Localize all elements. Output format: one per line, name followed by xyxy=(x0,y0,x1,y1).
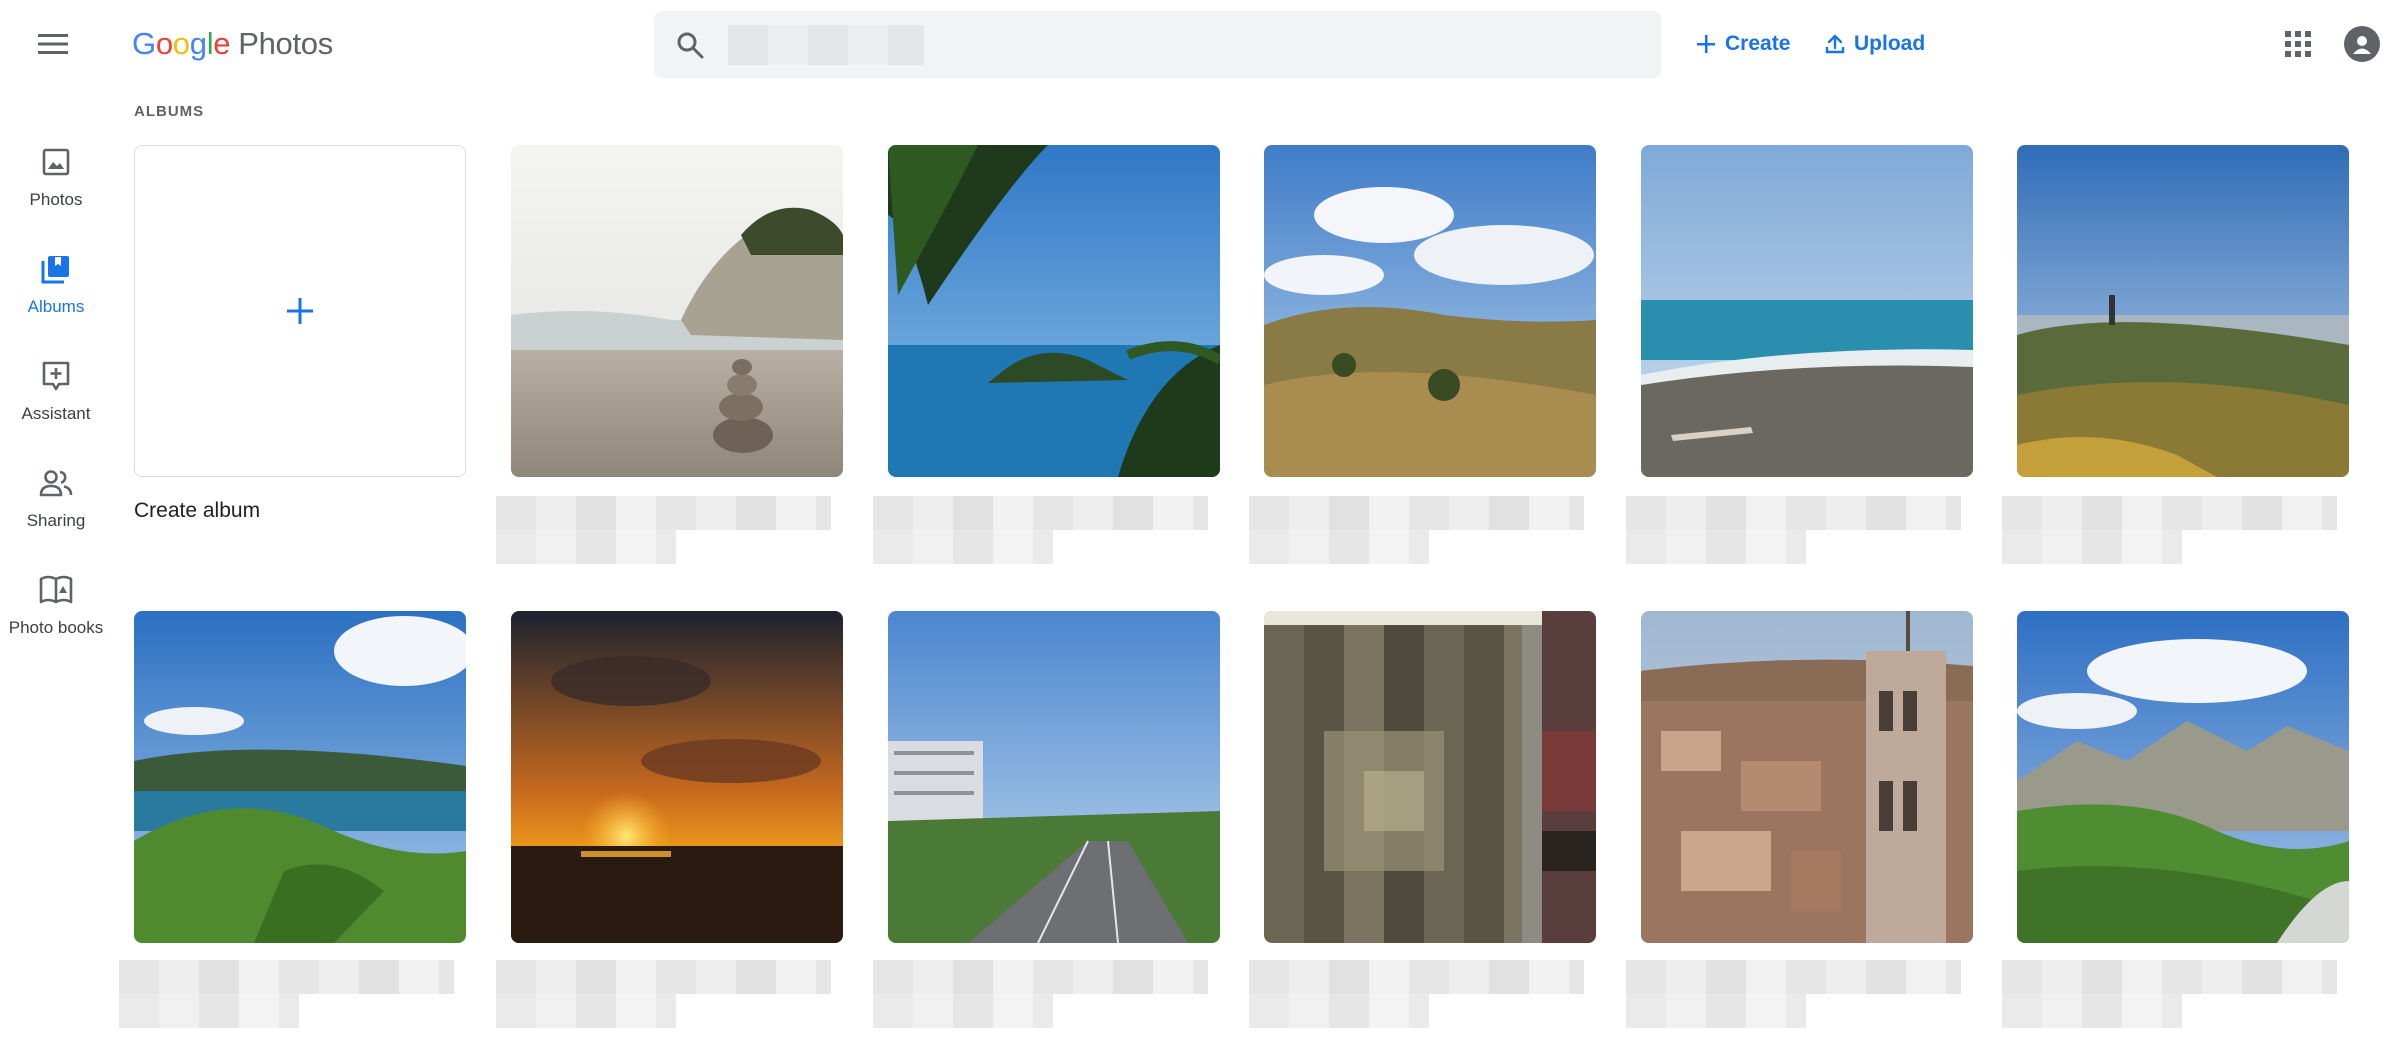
album-thumbnail[interactable] xyxy=(2017,611,2349,943)
album-card[interactable] xyxy=(2002,145,2349,564)
sidebar-item-label: Sharing xyxy=(26,511,86,530)
album-caption-redacted xyxy=(2002,530,2182,564)
album-icon xyxy=(38,251,74,287)
album-thumbnail[interactable] xyxy=(2017,145,2349,477)
sidebar-item-sharing[interactable]: Sharing xyxy=(0,449,112,545)
album-caption-redacted xyxy=(1626,530,1806,564)
logo-product: Photos xyxy=(238,26,333,61)
album-thumbnail[interactable] xyxy=(1641,611,1973,943)
album-card[interactable] xyxy=(873,145,1220,564)
google-photos-logo[interactable]: Google Photos xyxy=(132,22,333,66)
create-button-label: Create xyxy=(1725,32,1791,55)
album-caption-redacted xyxy=(2002,960,2337,994)
logo-brand: Google xyxy=(132,26,231,61)
album-thumbnail[interactable] xyxy=(1641,145,1973,477)
sidebar-item-assistant[interactable]: Assistant xyxy=(0,342,112,438)
search-input[interactable] xyxy=(728,24,924,65)
album-caption-redacted xyxy=(1249,530,1429,564)
create-album-card[interactable]: Create album xyxy=(134,145,466,523)
sidebar-item-label: Photos xyxy=(29,190,83,209)
album-caption-redacted xyxy=(873,530,1053,564)
search-icon[interactable] xyxy=(654,11,726,78)
sidebar-item-label: Albums xyxy=(27,297,85,316)
album-caption-redacted xyxy=(119,994,299,1028)
album-card[interactable] xyxy=(873,611,1220,1028)
album-caption-redacted xyxy=(496,960,831,994)
album-caption-redacted xyxy=(2002,496,2337,530)
album-card[interactable] xyxy=(1249,145,1596,564)
album-thumbnail[interactable] xyxy=(1264,145,1596,477)
album-card[interactable] xyxy=(496,611,843,1028)
album-card[interactable] xyxy=(1626,611,1973,1028)
album-thumbnail[interactable] xyxy=(511,611,843,943)
sidebar-item-albums[interactable]: Albums xyxy=(0,235,112,331)
upload-icon xyxy=(1822,31,1848,57)
sidebar-item-photo-books[interactable]: Photo books xyxy=(0,556,112,652)
album-caption-redacted xyxy=(2002,994,2182,1028)
album-caption-redacted xyxy=(873,994,1053,1028)
album-thumbnail[interactable] xyxy=(134,611,466,943)
album-card[interactable] xyxy=(2002,611,2349,1028)
album-caption-redacted xyxy=(1249,960,1584,994)
photo-icon xyxy=(38,144,74,180)
main-menu-button[interactable] xyxy=(22,18,84,70)
account-icon xyxy=(2353,36,2371,54)
search-bar[interactable] xyxy=(654,11,1661,78)
album-thumbnail[interactable] xyxy=(1264,611,1596,943)
top-app-bar: Google Photos Create Upload xyxy=(0,0,2393,88)
book-icon xyxy=(38,572,74,608)
assistant-icon xyxy=(38,358,74,394)
album-thumbnail[interactable] xyxy=(511,145,843,477)
album-card[interactable] xyxy=(1626,145,1973,564)
account-avatar[interactable] xyxy=(2344,26,2380,62)
create-album-label: Create album xyxy=(134,499,261,522)
album-caption-redacted xyxy=(496,994,676,1028)
album-thumbnail[interactable] xyxy=(888,611,1220,943)
people-icon xyxy=(38,465,74,501)
album-card[interactable] xyxy=(119,611,466,1028)
album-card[interactable] xyxy=(1249,611,1596,1028)
menu-icon xyxy=(38,34,68,54)
google-apps-button[interactable] xyxy=(2278,24,2318,64)
album-caption-redacted xyxy=(1626,496,1961,530)
sidebar-item-photos[interactable]: Photos xyxy=(0,128,112,224)
album-thumbnail[interactable] xyxy=(888,145,1220,477)
album-caption-redacted xyxy=(496,496,831,530)
album-caption-redacted xyxy=(496,530,676,564)
sidebar-item-label: Assistant xyxy=(21,404,91,423)
upload-button[interactable]: Upload xyxy=(1822,24,1925,64)
album-caption-redacted xyxy=(1249,496,1584,530)
album-caption-redacted xyxy=(873,960,1208,994)
upload-button-label: Upload xyxy=(1854,32,1926,55)
sidebar-item-label: Photo books xyxy=(8,618,104,637)
album-caption-redacted xyxy=(1626,960,1961,994)
plus-icon xyxy=(1693,31,1719,57)
album-caption-redacted xyxy=(873,496,1208,530)
album-card[interactable] xyxy=(496,145,843,564)
plus-icon xyxy=(287,298,313,324)
album-caption-redacted xyxy=(1249,994,1429,1028)
album-caption-redacted xyxy=(1626,994,1806,1028)
create-button[interactable]: Create xyxy=(1693,24,1790,64)
album-caption-redacted xyxy=(119,960,454,994)
apps-grid-icon xyxy=(2285,31,2311,57)
section-title: ALBUMS xyxy=(134,103,205,120)
create-album-tile[interactable] xyxy=(134,145,466,477)
